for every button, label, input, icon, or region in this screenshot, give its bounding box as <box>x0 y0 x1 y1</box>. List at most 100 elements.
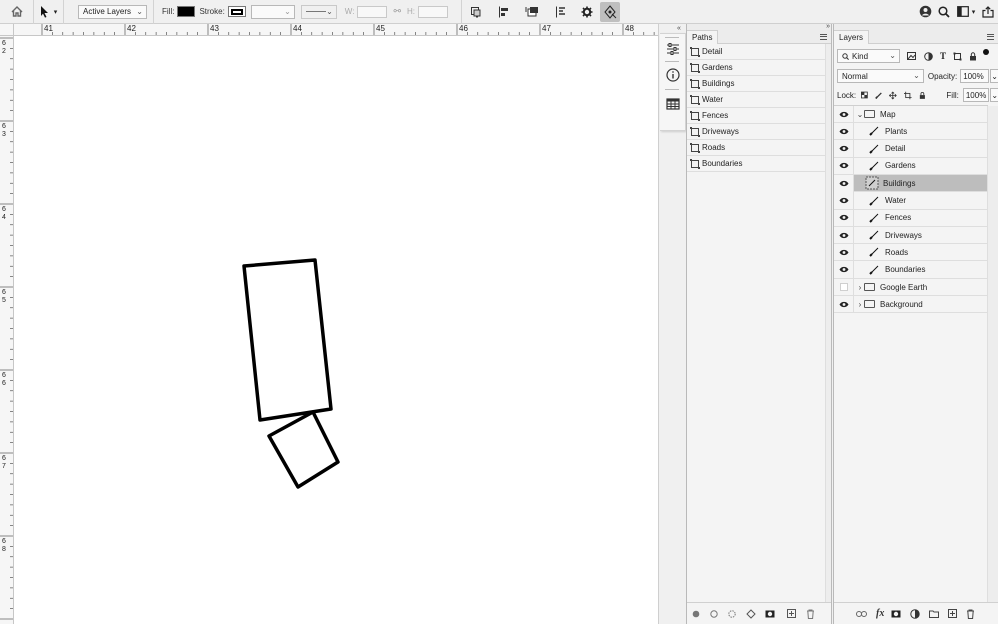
visibility-toggle[interactable] <box>834 105 854 123</box>
select-mode-dropdown[interactable]: Active Layers ⌄ <box>78 4 147 19</box>
layer-row[interactable]: Plants <box>834 122 988 141</box>
filter-kind-dropdown[interactable]: Kind ⌄ <box>837 49 900 63</box>
document-canvas[interactable] <box>14 36 658 624</box>
stroke-type-dropdown[interactable]: ⌄ <box>300 4 337 19</box>
lock-all-icon[interactable] <box>919 91 926 100</box>
link-icon[interactable]: ⚯ <box>393 6 401 17</box>
panel-menu-icon[interactable] <box>987 34 994 40</box>
visibility-toggle[interactable] <box>834 278 854 296</box>
table-panel-button[interactable] <box>666 97 680 111</box>
fill-path-icon[interactable] <box>692 610 700 618</box>
search-button[interactable] <box>934 2 954 22</box>
filter-type-icon[interactable]: T <box>940 51 946 61</box>
stroke-path-icon[interactable] <box>710 609 718 618</box>
path-alignment-button[interactable] <box>490 2 518 22</box>
adjustment-layer-icon[interactable] <box>910 608 921 619</box>
chevron-right-icon[interactable]: › <box>856 300 864 309</box>
layer-row[interactable]: › Background <box>834 295 988 314</box>
path-item[interactable]: Driveways <box>687 124 826 140</box>
path-item[interactable]: Boundaries <box>687 156 826 172</box>
visibility-toggle[interactable] <box>834 226 854 244</box>
path-item[interactable]: Buildings <box>687 76 826 92</box>
layer-row[interactable]: Water <box>834 192 988 210</box>
layer-mask-icon[interactable] <box>891 610 901 618</box>
blend-mode-dropdown[interactable]: Normal ⌄ <box>837 69 924 83</box>
account-button[interactable] <box>916 2 934 22</box>
visibility-toggle[interactable] <box>834 261 854 279</box>
filter-smart-object-icon[interactable] <box>969 51 977 61</box>
filter-pixel-icon[interactable] <box>907 52 916 60</box>
new-group-icon[interactable] <box>929 610 940 618</box>
chevron-down-icon[interactable]: ⌄ <box>856 110 864 119</box>
workspace-button[interactable]: ▾ <box>954 2 978 22</box>
filter-shape-icon[interactable] <box>953 52 962 61</box>
path-arrangement-button[interactable] <box>518 2 546 22</box>
delete-icon[interactable] <box>806 609 815 619</box>
height-input[interactable] <box>417 5 448 18</box>
path-item[interactable]: Fences <box>687 108 826 124</box>
path-item[interactable]: Water <box>687 92 826 108</box>
link-layers-icon[interactable] <box>856 610 867 617</box>
chevron-right-icon[interactable]: › <box>856 283 864 292</box>
chevron-down-icon[interactable]: ⌄ <box>990 88 998 102</box>
visibility-toggle[interactable] <box>834 174 854 192</box>
collapse-arrows-icon[interactable]: « <box>677 25 681 32</box>
info-panel-button[interactable] <box>666 68 680 82</box>
fx-icon[interactable]: fx <box>876 608 884 619</box>
visibility-toggle[interactable] <box>834 140 854 158</box>
share-button[interactable] <box>978 2 998 22</box>
visibility-toggle[interactable] <box>834 243 854 261</box>
building-shape-large[interactable] <box>242 258 333 422</box>
building-shape-small[interactable] <box>267 410 340 489</box>
filter-toggle-icon[interactable] <box>983 49 990 55</box>
align-edges-button[interactable] <box>546 2 576 22</box>
lock-transparent-pixels-icon[interactable] <box>861 91 868 99</box>
opacity-input[interactable]: 100% <box>960 69 990 83</box>
visibility-toggle[interactable] <box>834 295 854 313</box>
lock-artboard-icon[interactable] <box>904 91 912 100</box>
path-item[interactable]: Detail <box>687 44 826 60</box>
path-item[interactable]: Gardens <box>687 60 826 76</box>
chevron-down-icon[interactable]: ⌄ <box>990 69 998 83</box>
make-path-icon[interactable] <box>746 608 756 619</box>
collapse-arrows-icon[interactable]: » <box>826 23 830 30</box>
fill-swatch[interactable] <box>177 6 196 17</box>
path-operations-button[interactable] <box>462 2 490 22</box>
layers-scrollbar[interactable] <box>987 106 998 602</box>
visibility-toggle[interactable] <box>834 192 854 209</box>
filter-adjustment-icon[interactable] <box>924 51 933 61</box>
path-item[interactable]: Roads <box>687 140 826 156</box>
panel-menu-icon[interactable] <box>820 34 827 40</box>
width-input[interactable] <box>357 5 388 18</box>
paths-scrollbar[interactable] <box>825 44 831 602</box>
load-selection-icon[interactable] <box>728 609 736 618</box>
home-button[interactable] <box>0 0 34 24</box>
layer-row[interactable]: Boundaries <box>834 261 988 279</box>
add-mask-icon[interactable] <box>765 610 775 618</box>
layer-row[interactable]: Detail <box>834 140 988 158</box>
adjustments-panel-button[interactable] <box>666 42 680 56</box>
new-path-icon[interactable] <box>787 609 796 618</box>
visibility-toggle[interactable] <box>834 209 854 227</box>
visibility-toggle[interactable] <box>834 157 854 175</box>
settings-button[interactable] <box>576 2 598 22</box>
layer-row[interactable]: Roads <box>834 243 988 262</box>
stroke-width-field[interactable]: ⌄ <box>250 4 295 19</box>
tab-layers[interactable]: Layers <box>834 30 870 44</box>
fill-input[interactable]: 100% <box>962 88 990 102</box>
tab-paths[interactable]: Paths <box>687 30 719 44</box>
layer-row[interactable]: Fences <box>834 209 988 227</box>
layer-row[interactable]: ⌄ Map <box>834 105 988 123</box>
new-layer-icon[interactable] <box>948 609 958 618</box>
layer-row[interactable]: › Google Earth <box>834 278 988 296</box>
layer-row[interactable]: Driveways <box>834 226 988 245</box>
layer-row[interactable]: Gardens <box>834 157 988 175</box>
constrain-path-dragging-button[interactable] <box>599 1 620 22</box>
lock-position-icon[interactable] <box>889 91 898 100</box>
lock-image-pixels-icon[interactable] <box>875 91 883 100</box>
stroke-swatch[interactable] <box>227 6 246 17</box>
tool-preset-picker[interactable]: ▾ <box>34 0 64 24</box>
layer-row[interactable]: Buildings <box>834 174 988 193</box>
delete-icon[interactable] <box>966 609 975 619</box>
visibility-toggle[interactable] <box>834 122 854 140</box>
